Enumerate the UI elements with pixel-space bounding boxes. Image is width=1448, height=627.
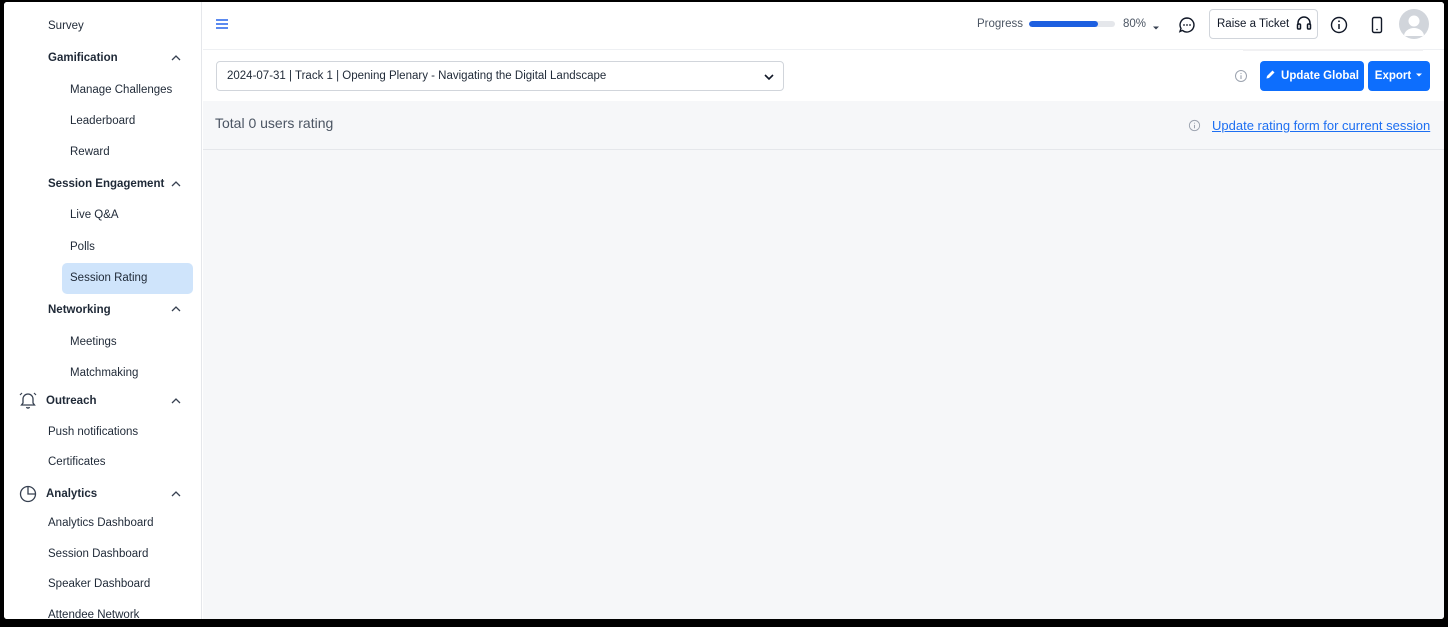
- sidebar-group-outreach[interactable]: Outreach: [46, 395, 97, 407]
- avatar-icon[interactable]: [1399, 9, 1429, 39]
- chat-icon[interactable]: [1177, 15, 1197, 35]
- raise-ticket-label: Raise a Ticket: [1217, 18, 1290, 30]
- pencil-icon: [1265, 69, 1276, 83]
- rating-summary-bar: Total 0 users rating Update rating form …: [203, 101, 1444, 150]
- update-rating-form-link[interactable]: Update rating form for current session: [1212, 118, 1430, 133]
- info-icon[interactable]: [1234, 69, 1248, 83]
- sidebar-item-push-notifications[interactable]: Push notifications: [48, 426, 138, 438]
- sidebar-item-analytics-dashboard[interactable]: Analytics Dashboard: [48, 517, 153, 529]
- sidebar-item-attendee-network[interactable]: Attendee Network: [48, 609, 139, 619]
- raise-ticket-button[interactable]: Raise a Ticket: [1209, 9, 1318, 39]
- sidebar-group-networking[interactable]: Networking: [48, 304, 111, 316]
- caret-down-icon: [1415, 70, 1423, 82]
- caret-down-icon[interactable]: [1151, 20, 1161, 30]
- top-bar: Progress 80% Raise a Ticket: [203, 2, 1444, 51]
- progress-label: Progress: [977, 18, 1024, 30]
- export-label: Export: [1374, 70, 1412, 82]
- session-select[interactable]: 2024-07-31 | Track 1 | Opening Plenary -…: [216, 61, 784, 91]
- sidebar-item-live-qa[interactable]: Live Q&A: [70, 209, 119, 221]
- progress-bar: [1029, 21, 1115, 27]
- phone-icon[interactable]: [1368, 15, 1386, 35]
- sidebar-group-gamification[interactable]: Gamification: [48, 52, 118, 64]
- chevron-down-icon[interactable]: [763, 71, 775, 83]
- sidebar-group-session-engagement[interactable]: Session Engagement: [48, 178, 164, 190]
- info-icon[interactable]: [1188, 119, 1201, 132]
- sidebar-item-speaker-dashboard[interactable]: Speaker Dashboard: [48, 578, 150, 590]
- sidebar: Survey Gamification Manage Challenges Le…: [4, 2, 202, 619]
- chevron-up-icon[interactable]: [170, 488, 182, 500]
- sidebar-item-certificates[interactable]: Certificates: [48, 456, 106, 468]
- info-icon[interactable]: [1329, 15, 1349, 35]
- sidebar-item-polls[interactable]: Polls: [70, 241, 95, 253]
- sidebar-item-meetings[interactable]: Meetings: [70, 336, 117, 348]
- sidebar-item-survey[interactable]: Survey: [48, 20, 84, 32]
- chevron-up-icon[interactable]: [170, 395, 182, 407]
- bell-icon: [18, 390, 38, 410]
- headset-icon: [1295, 14, 1313, 35]
- chevron-up-icon[interactable]: [170, 178, 182, 190]
- update-global-button[interactable]: Update Global: [1260, 61, 1364, 91]
- pie-chart-icon: [18, 484, 38, 504]
- sidebar-item-matchmaking[interactable]: Matchmaking: [70, 367, 138, 379]
- sidebar-group-analytics[interactable]: Analytics: [46, 488, 97, 500]
- sidebar-item-manage-challenges[interactable]: Manage Challenges: [70, 84, 172, 96]
- export-button[interactable]: Export: [1368, 61, 1430, 91]
- sidebar-item-reward[interactable]: Reward: [70, 146, 110, 158]
- sidebar-item-leaderboard[interactable]: Leaderboard: [70, 115, 135, 127]
- filter-row: 2024-07-31 | Track 1 | Opening Plenary -…: [203, 51, 1444, 101]
- session-select-value: 2024-07-31 | Track 1 | Opening Plenary -…: [227, 70, 607, 82]
- hamburger-icon[interactable]: [215, 17, 229, 31]
- main-content: [203, 150, 1444, 619]
- sidebar-item-session-rating[interactable]: Session Rating: [70, 272, 147, 284]
- progress-fill: [1029, 21, 1098, 27]
- progress-percent: 80%: [1123, 18, 1147, 30]
- total-users-rating: Total 0 users rating: [215, 115, 334, 131]
- chevron-up-icon[interactable]: [170, 303, 182, 315]
- update-global-label: Update Global: [1281, 70, 1359, 82]
- chevron-up-icon[interactable]: [170, 52, 182, 64]
- app-window: Survey Gamification Manage Challenges Le…: [4, 2, 1444, 619]
- sidebar-item-session-dashboard[interactable]: Session Dashboard: [48, 548, 148, 560]
